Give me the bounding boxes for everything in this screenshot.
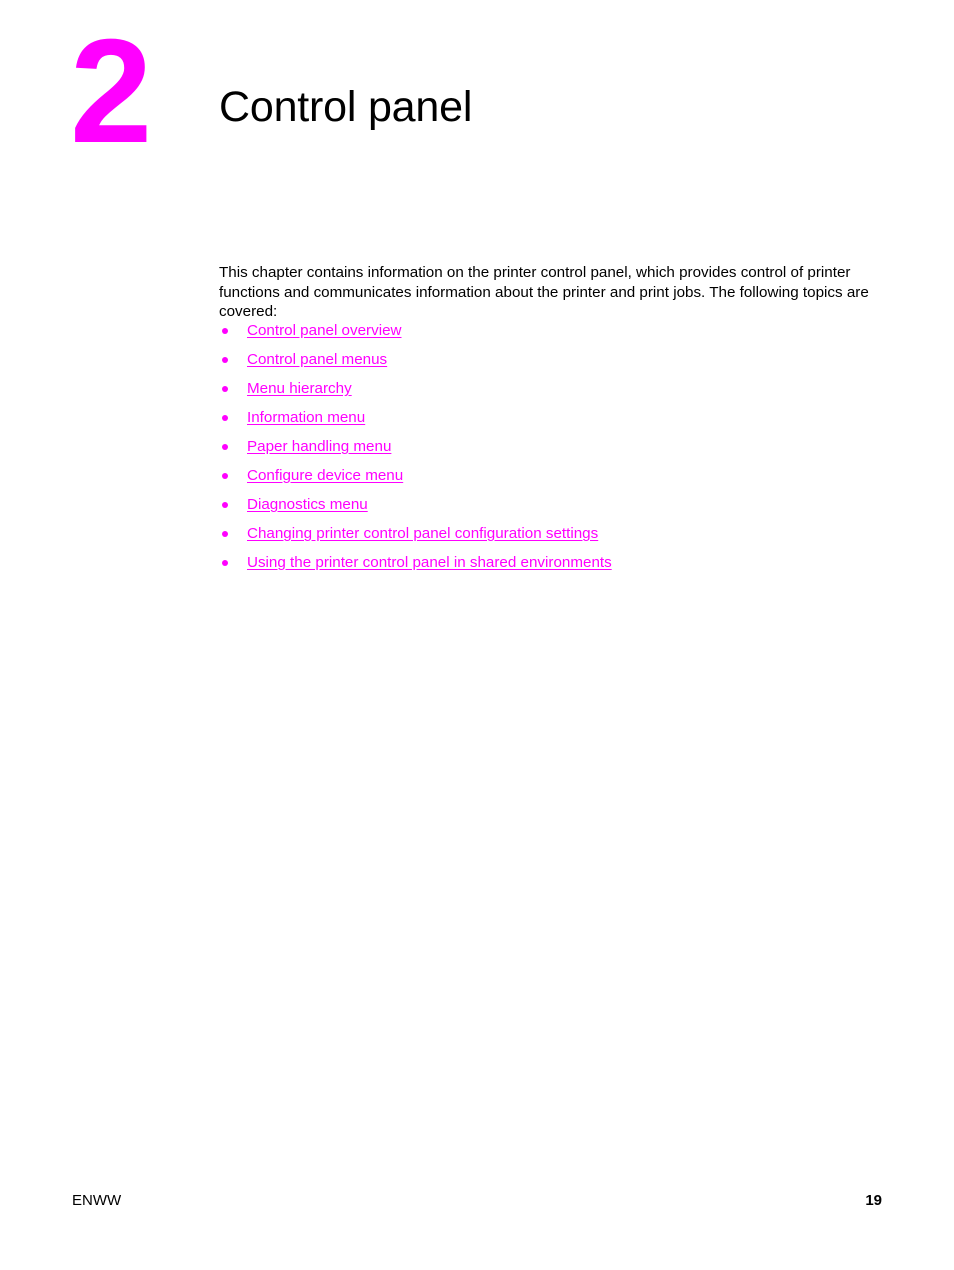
bullet-icon — [222, 531, 228, 537]
bullet-icon — [222, 415, 228, 421]
bullet-icon — [222, 357, 228, 363]
page-footer: ENWW 19 — [0, 1189, 954, 1215]
intro-paragraph: This chapter contains information on the… — [219, 264, 869, 321]
topic-link-information-menu[interactable]: Information menu — [247, 409, 365, 426]
topic-link-list: Control panel overview Control panel men… — [219, 316, 899, 577]
bullet-icon — [222, 386, 228, 392]
bullet-icon — [222, 328, 228, 334]
list-item: Using the printer control panel in share… — [219, 548, 899, 577]
chapter-header: 2 Control panel — [0, 0, 954, 200]
topic-link-configure-device-menu[interactable]: Configure device menu — [247, 467, 403, 484]
topic-link-control-panel-overview[interactable]: Control panel overview — [247, 322, 402, 339]
list-item: Diagnostics menu — [219, 490, 899, 519]
topic-link-changing-configuration-settings[interactable]: Changing printer control panel configura… — [247, 525, 598, 542]
bullet-icon — [222, 502, 228, 508]
list-item: Paper handling menu — [219, 432, 899, 461]
chapter-number: 2 — [70, 9, 152, 174]
footer-locale-label: ENWW — [72, 1192, 122, 1209]
list-item: Changing printer control panel configura… — [219, 519, 899, 548]
topic-link-paper-handling-menu[interactable]: Paper handling menu — [247, 438, 391, 455]
topic-link-control-panel-menus[interactable]: Control panel menus — [247, 351, 387, 368]
bullet-icon — [222, 444, 228, 450]
list-item: Information menu — [219, 403, 899, 432]
list-item: Control panel menus — [219, 345, 899, 374]
topic-link-shared-environments[interactable]: Using the printer control panel in share… — [247, 554, 612, 571]
list-item: Control panel overview — [219, 316, 899, 345]
document-page: 2 Control panel This chapter contains in… — [0, 0, 954, 1270]
page-number: 19 — [865, 1192, 882, 1209]
bullet-icon — [222, 560, 228, 566]
page-title: Control panel — [219, 82, 473, 131]
bullet-icon — [222, 473, 228, 479]
topic-link-diagnostics-menu[interactable]: Diagnostics menu — [247, 496, 368, 513]
topic-link-menu-hierarchy[interactable]: Menu hierarchy — [247, 380, 352, 397]
list-item: Menu hierarchy — [219, 374, 899, 403]
list-item: Configure device menu — [219, 461, 899, 490]
